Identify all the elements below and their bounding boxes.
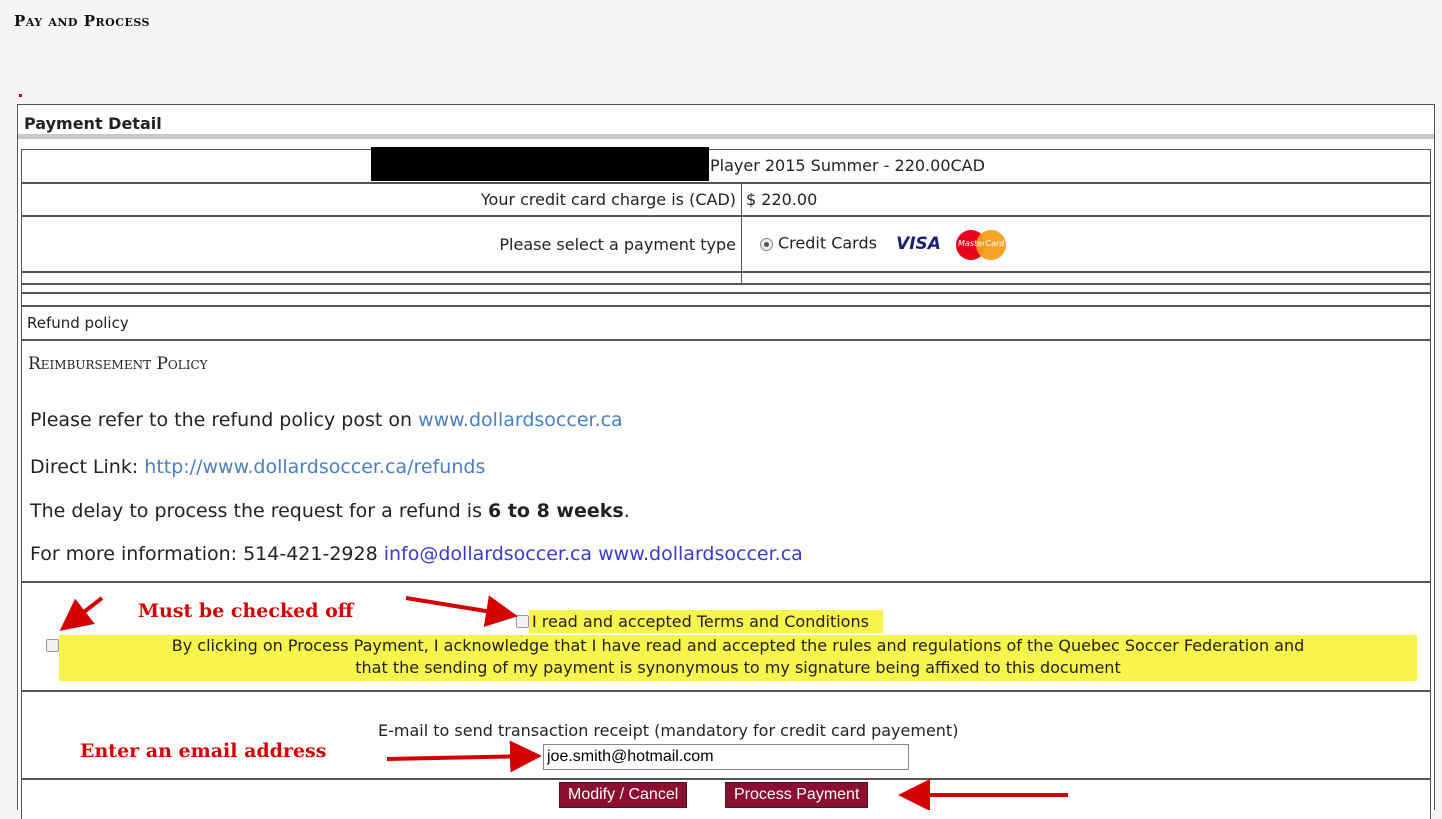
arrow-to-terms-checkbox: [405, 595, 518, 627]
arrow-to-ack-checkbox: [59, 596, 104, 631]
annotation-arrows: [59, 595, 1068, 810]
arrow-to-email-input: [386, 740, 542, 773]
